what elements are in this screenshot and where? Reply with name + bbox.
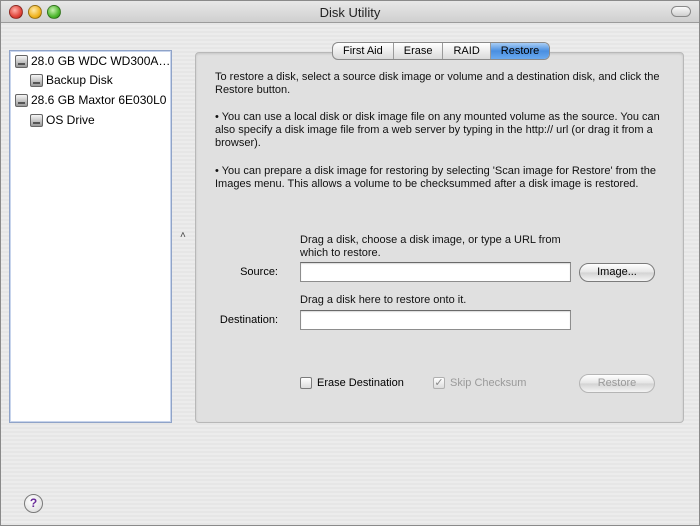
skip-checksum-checkbox[interactable]: ✓ Skip Checksum	[433, 377, 526, 389]
toolbar-toggle-button[interactable]	[671, 6, 691, 17]
image-button[interactable]: Image...	[579, 263, 655, 282]
erase-destination-label: Erase Destination	[317, 377, 404, 389]
hard-disk-icon	[15, 54, 28, 68]
skip-checksum-label: Skip Checksum	[450, 377, 527, 389]
checkmark-icon[interactable]: ✓	[433, 377, 445, 389]
tab-first-aid[interactable]: First Aid	[333, 43, 394, 59]
splitter-handle-icon[interactable]: ˄	[180, 230, 186, 241]
volume-item-os-drive[interactable]: OS Drive	[30, 111, 95, 129]
disk-item-wdc[interactable]: 28.0 GB WDC WD300A…	[15, 52, 170, 70]
disk-item-label: 28.0 GB WDC WD300A…	[31, 54, 171, 68]
restore-intro-text: To restore a disk, select a source disk …	[215, 71, 660, 96]
hard-disk-icon	[15, 93, 28, 107]
erase-destination-box[interactable]	[300, 377, 312, 389]
title-bar[interactable]: Disk Utility	[1, 1, 699, 23]
volume-icon	[30, 73, 43, 87]
disk-item-maxtor[interactable]: 28.6 GB Maxtor 6E030L0	[15, 91, 166, 109]
erase-destination-checkbox[interactable]: Erase Destination	[300, 377, 404, 389]
destination-input[interactable]	[300, 310, 571, 330]
help-icon[interactable]: ?	[24, 494, 43, 513]
disk-list[interactable]: 28.0 GB WDC WD300A… Backup Disk 28.6 GB …	[9, 50, 172, 423]
window-title: Disk Utility	[319, 5, 381, 20]
destination-hint-text: Drag a disk here to restore onto it.	[300, 294, 467, 306]
volume-item-label: Backup Disk	[46, 73, 113, 87]
volume-item-backup-disk[interactable]: Backup Disk	[30, 71, 113, 89]
disk-item-label: 28.6 GB Maxtor 6E030L0	[31, 93, 167, 107]
restore-checksum-info-text: • You can prepare a disk image for resto…	[215, 165, 656, 190]
source-input[interactable]	[300, 262, 571, 282]
restore-source-info-text: • You can use a local disk or disk image…	[215, 111, 660, 149]
tab-erase[interactable]: Erase	[394, 43, 444, 59]
tab-raid[interactable]: RAID	[443, 43, 491, 59]
volume-item-label: OS Drive	[46, 113, 95, 127]
tab-restore[interactable]: Restore	[490, 43, 550, 59]
volume-icon	[30, 113, 43, 127]
source-label: Source:	[240, 266, 278, 278]
source-hint-text: Drag a disk, choose a disk image, or typ…	[300, 234, 561, 259]
restore-button[interactable]: Restore	[579, 374, 655, 393]
destination-label: Destination:	[219, 314, 278, 326]
tab-bar: First Aid Erase RAID Restore	[332, 42, 551, 60]
